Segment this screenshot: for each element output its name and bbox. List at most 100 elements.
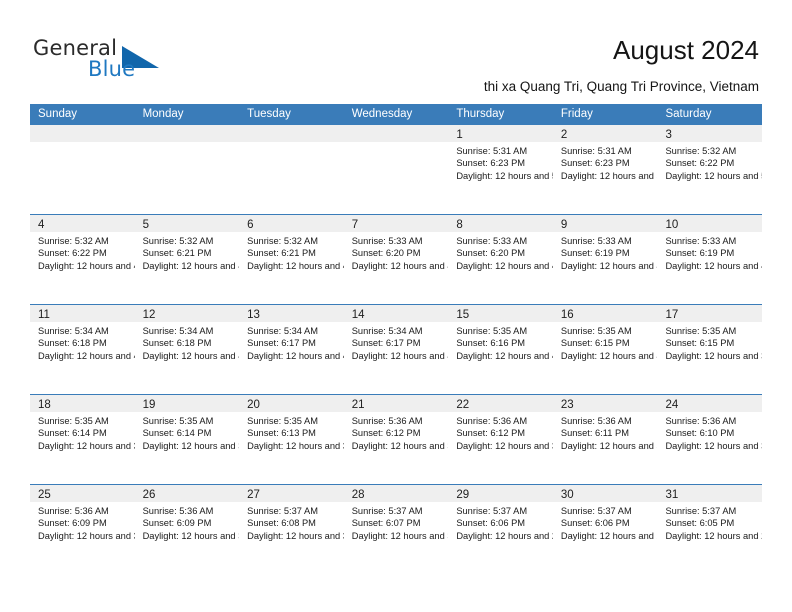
day-number: 9 bbox=[560, 219, 568, 231]
day-number: 17 bbox=[665, 309, 679, 321]
day-number: 7 bbox=[351, 219, 359, 231]
daylight-text: Daylight: 12 hours and 48 minutes. bbox=[247, 260, 344, 271]
day-number: 28 bbox=[351, 489, 365, 501]
day-sun-info: Sunrise: 5:36 AM Sunset: 6:11 PM Daylight:… bbox=[553, 412, 658, 452]
day-number-band: 24 bbox=[657, 395, 763, 412]
calendar-week-row: 4 Sunrise: 5:32 AM Sunset: 6:22 PM Daylight… bbox=[30, 214, 763, 304]
day-number: 3 bbox=[665, 129, 672, 141]
day-number: 30 bbox=[560, 489, 574, 501]
daylight-text: Daylight: 12 hours and 31 minutes. bbox=[247, 530, 344, 541]
sunset-text: Sunset: 6:20 PM bbox=[351, 248, 421, 259]
calendar-week-row: 18 Sunrise: 5:35 AM Sunset: 6:14 PM Dayligh… bbox=[30, 394, 763, 484]
day-sun-info: Sunrise: 5:35 AM Sunset: 6:15 PM Daylight:… bbox=[553, 322, 658, 362]
sunrise-text: Sunrise: 5:31 AM bbox=[560, 146, 632, 156]
sunrise-text: Sunrise: 5:37 AM bbox=[560, 506, 632, 516]
daylight-text: Daylight: 12 hours and 44 minutes. bbox=[38, 350, 135, 361]
calendar-day-cell[interactable]: 2 Sunrise: 5:31 AM Sunset: 6:23 PM Daylight… bbox=[552, 125, 658, 214]
daylight-text: Daylight: 12 hours and 29 minutes. bbox=[456, 530, 553, 541]
calendar-day-cell[interactable]: 8 Sunrise: 5:33 AM Sunset: 6:20 PM Daylight… bbox=[448, 215, 553, 304]
daylight-text: Daylight: 12 hours and 41 minutes. bbox=[456, 350, 553, 361]
calendar-day-cell[interactable]: 31 Sunrise: 5:37 AM Sunset: 6:05 PM Dayligh… bbox=[657, 485, 763, 574]
calendar-day-cell[interactable]: 13 Sunrise: 5:34 AM Sunset: 6:17 PM Dayligh… bbox=[239, 305, 344, 394]
daylight-text: Daylight: 12 hours and 45 minutes. bbox=[665, 260, 762, 271]
calendar-day-cell[interactable]: 5 Sunrise: 5:32 AM Sunset: 6:21 PM Daylight… bbox=[134, 215, 240, 304]
daylight-text: Daylight: 12 hours and 47 minutes. bbox=[456, 260, 553, 271]
calendar-day-cell[interactable]: 26 Sunrise: 5:36 AM Sunset: 6:09 PM Dayligh… bbox=[134, 485, 240, 574]
sunrise-text: Sunrise: 5:35 AM bbox=[247, 416, 318, 426]
sunrise-text: Sunrise: 5:35 AM bbox=[142, 416, 214, 426]
calendar-day-cell[interactable]: 29 Sunrise: 5:37 AM Sunset: 6:06 PM Dayligh… bbox=[448, 485, 553, 574]
daylight-text: Daylight: 12 hours and 35 minutes. bbox=[456, 440, 553, 451]
sunset-text: Sunset: 6:13 PM bbox=[247, 428, 316, 439]
day-sun-info: Sunrise: 5:35 AM Sunset: 6:14 PM Daylight:… bbox=[30, 412, 135, 452]
daylight-text: Daylight: 12 hours and 43 minutes. bbox=[247, 350, 344, 361]
day-number-band: 14 bbox=[343, 305, 449, 322]
sunrise-text: Sunrise: 5:33 AM bbox=[351, 236, 423, 246]
calendar-day-cell[interactable]: 22 Sunrise: 5:36 AM Sunset: 6:12 PM Dayligh… bbox=[448, 395, 553, 484]
page-header: General Blue August 2024 thi xa Quang Tr… bbox=[0, 0, 792, 100]
day-number: 19 bbox=[142, 399, 156, 411]
sunset-text: Sunset: 6:17 PM bbox=[247, 338, 316, 349]
daylight-text: Daylight: 12 hours and 40 minutes. bbox=[560, 350, 658, 361]
calendar-day-cell[interactable]: 9 Sunrise: 5:33 AM Sunset: 6:19 PM Daylight… bbox=[552, 215, 658, 304]
calendar-day-cell[interactable]: 6 Sunrise: 5:32 AM Sunset: 6:21 PM Daylight… bbox=[239, 215, 344, 304]
calendar-day-cell[interactable]: 23 Sunrise: 5:36 AM Sunset: 6:11 PM Dayligh… bbox=[552, 395, 658, 484]
sunset-text: Sunset: 6:06 PM bbox=[456, 518, 526, 529]
calendar-day-cell[interactable]: 27 Sunrise: 5:37 AM Sunset: 6:08 PM Dayligh… bbox=[239, 485, 344, 574]
daylight-text: Daylight: 12 hours and 51 minutes. bbox=[560, 170, 658, 181]
calendar-day-cell[interactable]: 17 Sunrise: 5:35 AM Sunset: 6:15 PM Dayligh… bbox=[657, 305, 763, 394]
day-sun-info: Sunrise: 5:36 AM Sunset: 6:12 PM Daylight:… bbox=[448, 412, 553, 452]
sunrise-text: Sunrise: 5:36 AM bbox=[456, 416, 528, 426]
calendar-day-cell[interactable]: 12 Sunrise: 5:34 AM Sunset: 6:18 PM Dayligh… bbox=[134, 305, 240, 394]
day-sun-info: Sunrise: 5:34 AM Sunset: 6:18 PM Daylight:… bbox=[135, 322, 240, 362]
day-number: 5 bbox=[142, 219, 149, 231]
calendar-day-cell[interactable]: 15 Sunrise: 5:35 AM Sunset: 6:16 PM Dayligh… bbox=[448, 305, 553, 394]
general-blue-logo[interactable]: General Blue bbox=[33, 36, 163, 84]
calendar-day-cell[interactable]: 16 Sunrise: 5:35 AM Sunset: 6:15 PM Dayligh… bbox=[552, 305, 658, 394]
day-number: 2 bbox=[560, 129, 568, 141]
calendar-day-cell[interactable]: 11 Sunrise: 5:34 AM Sunset: 6:18 PM Dayligh… bbox=[30, 305, 135, 394]
calendar-day-cell[interactable]: 19 Sunrise: 5:35 AM Sunset: 6:14 PM Dayligh… bbox=[134, 395, 240, 484]
sunrise-text: Sunrise: 5:35 AM bbox=[560, 326, 632, 336]
day-number: 29 bbox=[456, 489, 470, 501]
weekday-thursday: Thursday bbox=[456, 108, 505, 120]
calendar-day-cell[interactable]: 14 Sunrise: 5:34 AM Sunset: 6:17 PM Dayligh… bbox=[343, 305, 449, 394]
calendar-day-cell[interactable]: 7 Sunrise: 5:33 AM Sunset: 6:20 PM Daylight… bbox=[343, 215, 449, 304]
day-number-band: 20 bbox=[239, 395, 344, 412]
calendar-day-cell[interactable]: 1 Sunrise: 5:31 AM Sunset: 6:23 PM Daylight… bbox=[448, 125, 553, 214]
calendar-day-cell[interactable]: 10 Sunrise: 5:33 AM Sunset: 6:19 PM Dayligh… bbox=[657, 215, 763, 304]
day-sun-info: Sunrise: 5:36 AM Sunset: 6:12 PM Daylight:… bbox=[344, 412, 449, 452]
daylight-text: Daylight: 12 hours and 33 minutes. bbox=[38, 530, 135, 541]
calendar-day-cell[interactable]: 25 Sunrise: 5:36 AM Sunset: 6:09 PM Dayligh… bbox=[30, 485, 135, 574]
day-sun-info: Sunrise: 5:32 AM Sunset: 6:22 PM Daylight:… bbox=[657, 142, 762, 182]
sunrise-text: Sunrise: 5:31 AM bbox=[456, 146, 528, 156]
sunset-text: Sunset: 6:19 PM bbox=[665, 248, 735, 259]
calendar-day-cell[interactable]: 20 Sunrise: 5:35 AM Sunset: 6:13 PM Dayligh… bbox=[239, 395, 344, 484]
sunset-text: Sunset: 6:17 PM bbox=[351, 338, 421, 349]
calendar-day-cell[interactable]: 18 Sunrise: 5:35 AM Sunset: 6:14 PM Dayligh… bbox=[30, 395, 135, 484]
day-number-band: 8 bbox=[448, 215, 553, 232]
day-number-band: 6 bbox=[239, 215, 344, 232]
sunset-text: Sunset: 6:08 PM bbox=[247, 518, 316, 529]
sunrise-text: Sunrise: 5:36 AM bbox=[665, 416, 737, 426]
day-number-band: 28 bbox=[343, 485, 449, 502]
calendar-day-cell[interactable]: 28 Sunrise: 5:37 AM Sunset: 6:07 PM Dayligh… bbox=[343, 485, 449, 574]
daylight-text: Daylight: 12 hours and 46 minutes. bbox=[560, 260, 658, 271]
calendar-weeks: 1 Sunrise: 5:31 AM Sunset: 6:23 PM Daylight… bbox=[30, 125, 763, 574]
day-number-band: 12 bbox=[134, 305, 240, 322]
sunset-text: Sunset: 6:12 PM bbox=[351, 428, 421, 439]
day-number-band: 21 bbox=[343, 395, 449, 412]
calendar-day-cell[interactable]: 3 Sunrise: 5:32 AM Sunset: 6:22 PM Daylight… bbox=[657, 125, 763, 214]
calendar-day-cell[interactable]: 24 Sunrise: 5:36 AM Sunset: 6:10 PM Dayligh… bbox=[657, 395, 763, 484]
calendar-day-cell[interactable]: 4 Sunrise: 5:32 AM Sunset: 6:22 PM Daylight… bbox=[30, 215, 135, 304]
day-sun-info: Sunrise: 5:35 AM Sunset: 6:15 PM Daylight:… bbox=[657, 322, 762, 362]
day-number: 16 bbox=[560, 309, 574, 321]
weekday-saturday: Saturday bbox=[665, 108, 712, 120]
day-number: 12 bbox=[142, 309, 156, 321]
sunset-text: Sunset: 6:15 PM bbox=[665, 338, 735, 349]
calendar-day-cell[interactable]: 30 Sunrise: 5:37 AM Sunset: 6:06 PM Dayligh… bbox=[552, 485, 658, 574]
sunset-text: Sunset: 6:09 PM bbox=[142, 518, 212, 529]
sunrise-text: Sunrise: 5:33 AM bbox=[560, 236, 632, 246]
calendar-day-cell[interactable]: 21 Sunrise: 5:36 AM Sunset: 6:12 PM Dayligh… bbox=[343, 395, 449, 484]
day-number-band: 5 bbox=[134, 215, 240, 232]
